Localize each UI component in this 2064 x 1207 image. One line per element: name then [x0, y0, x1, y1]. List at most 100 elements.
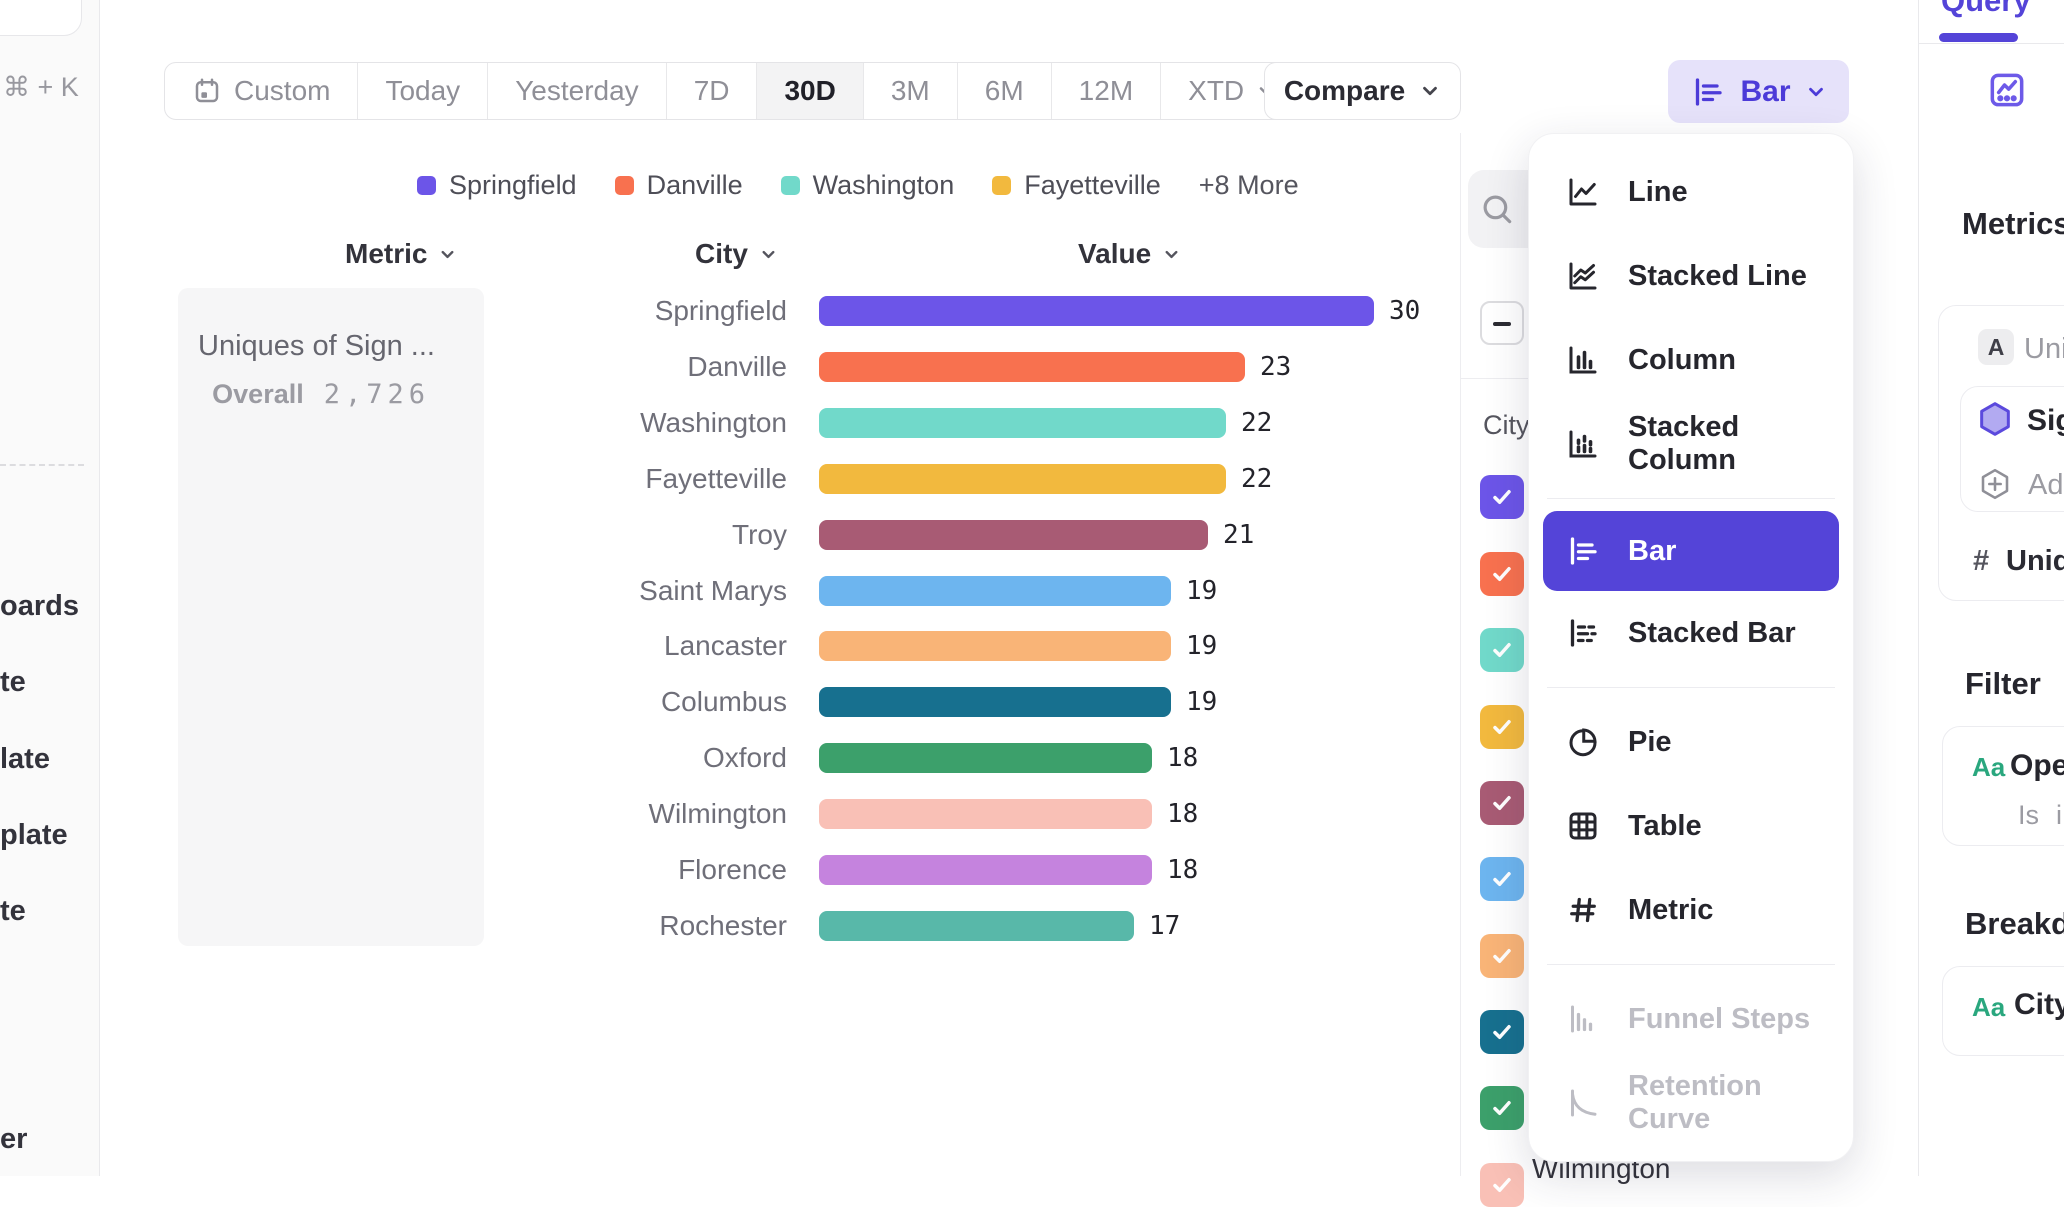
tab-query[interactable]: Query [1941, 0, 2031, 19]
bar[interactable] [819, 799, 1152, 829]
chevron-down-icon [1419, 80, 1441, 102]
header-value[interactable]: Value [1078, 238, 1181, 270]
check-icon [1488, 865, 1516, 893]
header-metric[interactable]: Metric [345, 238, 457, 270]
bar[interactable] [819, 408, 1226, 438]
bar-category-label: Springfield [450, 295, 787, 327]
bar-category-label: Rochester [450, 910, 787, 942]
count-text[interactable]: Uniqu [2006, 545, 2064, 578]
menu-item-label: Stacked Line [1628, 260, 1807, 293]
city-checkbox-fayetteville[interactable] [1480, 705, 1524, 749]
date-range-custom[interactable]: Custom [165, 63, 357, 119]
city-checkbox-lancaster[interactable] [1480, 934, 1524, 978]
menu-item-funnel-steps[interactable]: Funnel Steps [1529, 977, 1853, 1061]
date-range-3m[interactable]: 3M [863, 63, 957, 119]
check-icon [1488, 1018, 1516, 1046]
legend-swatch [615, 176, 634, 195]
bar-value: 18 [1167, 799, 1198, 829]
menu-divider [1547, 964, 1835, 965]
city-checkbox-columbus[interactable] [1480, 1010, 1524, 1054]
sidebar-item-boards[interactable]: oards [0, 590, 79, 623]
chevron-down-icon [1162, 245, 1181, 264]
date-range-12m[interactable]: 12M [1051, 63, 1160, 119]
sidebar-item-5[interactable]: er [0, 1123, 27, 1156]
bar-row: Saint Marys19 [450, 576, 1217, 606]
city-checkbox-washington[interactable] [1480, 628, 1524, 672]
bar[interactable] [819, 576, 1171, 606]
menu-item-label: Table [1628, 810, 1702, 843]
menu-item-stacked-line[interactable]: Stacked Line [1529, 234, 1853, 318]
select-all-checkbox[interactable] [1480, 301, 1524, 345]
bar[interactable] [819, 687, 1171, 717]
sidebar-item-4[interactable]: te [0, 895, 26, 928]
overall-label: Overall [212, 379, 304, 410]
bar[interactable] [819, 352, 1245, 382]
city-checkbox-saint-marys[interactable] [1480, 857, 1524, 901]
city-checkbox-troy[interactable] [1480, 781, 1524, 825]
city-checkbox-springfield[interactable] [1480, 475, 1524, 519]
insights-chart-icon[interactable] [1987, 70, 2027, 115]
bar-category-label: Danville [450, 351, 787, 383]
chevron-down-icon [759, 245, 778, 264]
legend-item-springfield[interactable]: Springfield [417, 170, 577, 201]
filter-card[interactable] [1942, 726, 2064, 846]
breakdown-property-text: City [2014, 988, 2064, 1022]
bar-row: Washington22 [450, 408, 1272, 438]
date-range-6m[interactable]: 6M [957, 63, 1051, 119]
menu-item-pie[interactable]: Pie [1529, 700, 1853, 784]
menu-item-stacked-bar[interactable]: Stacked Bar [1529, 591, 1853, 675]
legend-item-danville[interactable]: Danville [615, 170, 743, 201]
metric-card[interactable]: Uniques of Sign ... Overall 2,726 [178, 288, 484, 946]
add-event-hexagon-icon[interactable] [1977, 466, 2013, 507]
menu-item-table[interactable]: Table [1529, 784, 1853, 868]
menu-item-line[interactable]: Line [1529, 150, 1853, 234]
string-property-aa-icon: Aa [1972, 752, 2005, 783]
header-city[interactable]: City [695, 238, 778, 270]
bar[interactable] [819, 855, 1152, 885]
check-icon [1488, 1094, 1516, 1122]
metrics-heading: Metrics [1962, 206, 2064, 242]
bar[interactable] [819, 631, 1171, 661]
legend-item-fayetteville[interactable]: Fayetteville [992, 170, 1161, 201]
filter-value-text[interactable]: i [2056, 800, 2062, 831]
legend-more[interactable]: +8 More [1199, 170, 1299, 201]
date-range-today[interactable]: Today [357, 63, 487, 119]
menu-item-metric[interactable]: Metric [1529, 868, 1853, 952]
chart-type-button[interactable]: Bar [1668, 60, 1849, 123]
date-range-yesterday[interactable]: Yesterday [487, 63, 666, 119]
active-tab-underline [1939, 33, 2018, 42]
filter-property-text: Ope [2010, 749, 2064, 783]
date-range-7d[interactable]: 7D [666, 63, 757, 119]
bar[interactable] [819, 743, 1152, 773]
menu-item-bar[interactable]: Bar [1543, 511, 1839, 591]
bar-row: Springfield 30 [450, 296, 1420, 326]
chevron-down-icon [438, 245, 457, 264]
city-checkbox-wilmington[interactable] [1480, 1163, 1524, 1207]
chart-type-label: Bar [1740, 75, 1790, 109]
city-checkbox-oxford[interactable] [1480, 1086, 1524, 1130]
sidebar-item-3[interactable]: plate [0, 819, 68, 852]
bar[interactable] [819, 296, 1374, 326]
check-icon [1488, 713, 1516, 741]
date-range-label: 6M [985, 75, 1024, 107]
column-chart-icon [1565, 342, 1601, 378]
funnel-chart-icon [1565, 1001, 1601, 1037]
bar-value: 30 [1389, 296, 1420, 326]
bar-value: 22 [1241, 464, 1272, 494]
menu-item-retention-curve[interactable]: Retention Curve [1529, 1061, 1853, 1145]
date-range-30d[interactable]: 30D [756, 63, 862, 119]
date-range-toolbar: Custom Today Yesterday 7D 30D 3M 6M 12M … [164, 62, 1304, 120]
check-icon [1488, 789, 1516, 817]
legend-item-washington[interactable]: Washington [781, 170, 955, 201]
menu-item-column[interactable]: Column [1529, 318, 1853, 402]
city-checkbox-danville[interactable] [1480, 552, 1524, 596]
bar[interactable] [819, 911, 1134, 941]
filter-operator-text[interactable]: Is [2018, 800, 2039, 831]
compare-label: Compare [1284, 75, 1405, 107]
menu-item-stacked-column[interactable]: Stacked Column [1529, 402, 1853, 486]
bar[interactable] [819, 520, 1208, 550]
sidebar-item-1[interactable]: te [0, 666, 26, 699]
sidebar-item-2[interactable]: late [0, 743, 50, 776]
compare-button[interactable]: Compare [1264, 62, 1461, 120]
bar[interactable] [819, 464, 1226, 494]
